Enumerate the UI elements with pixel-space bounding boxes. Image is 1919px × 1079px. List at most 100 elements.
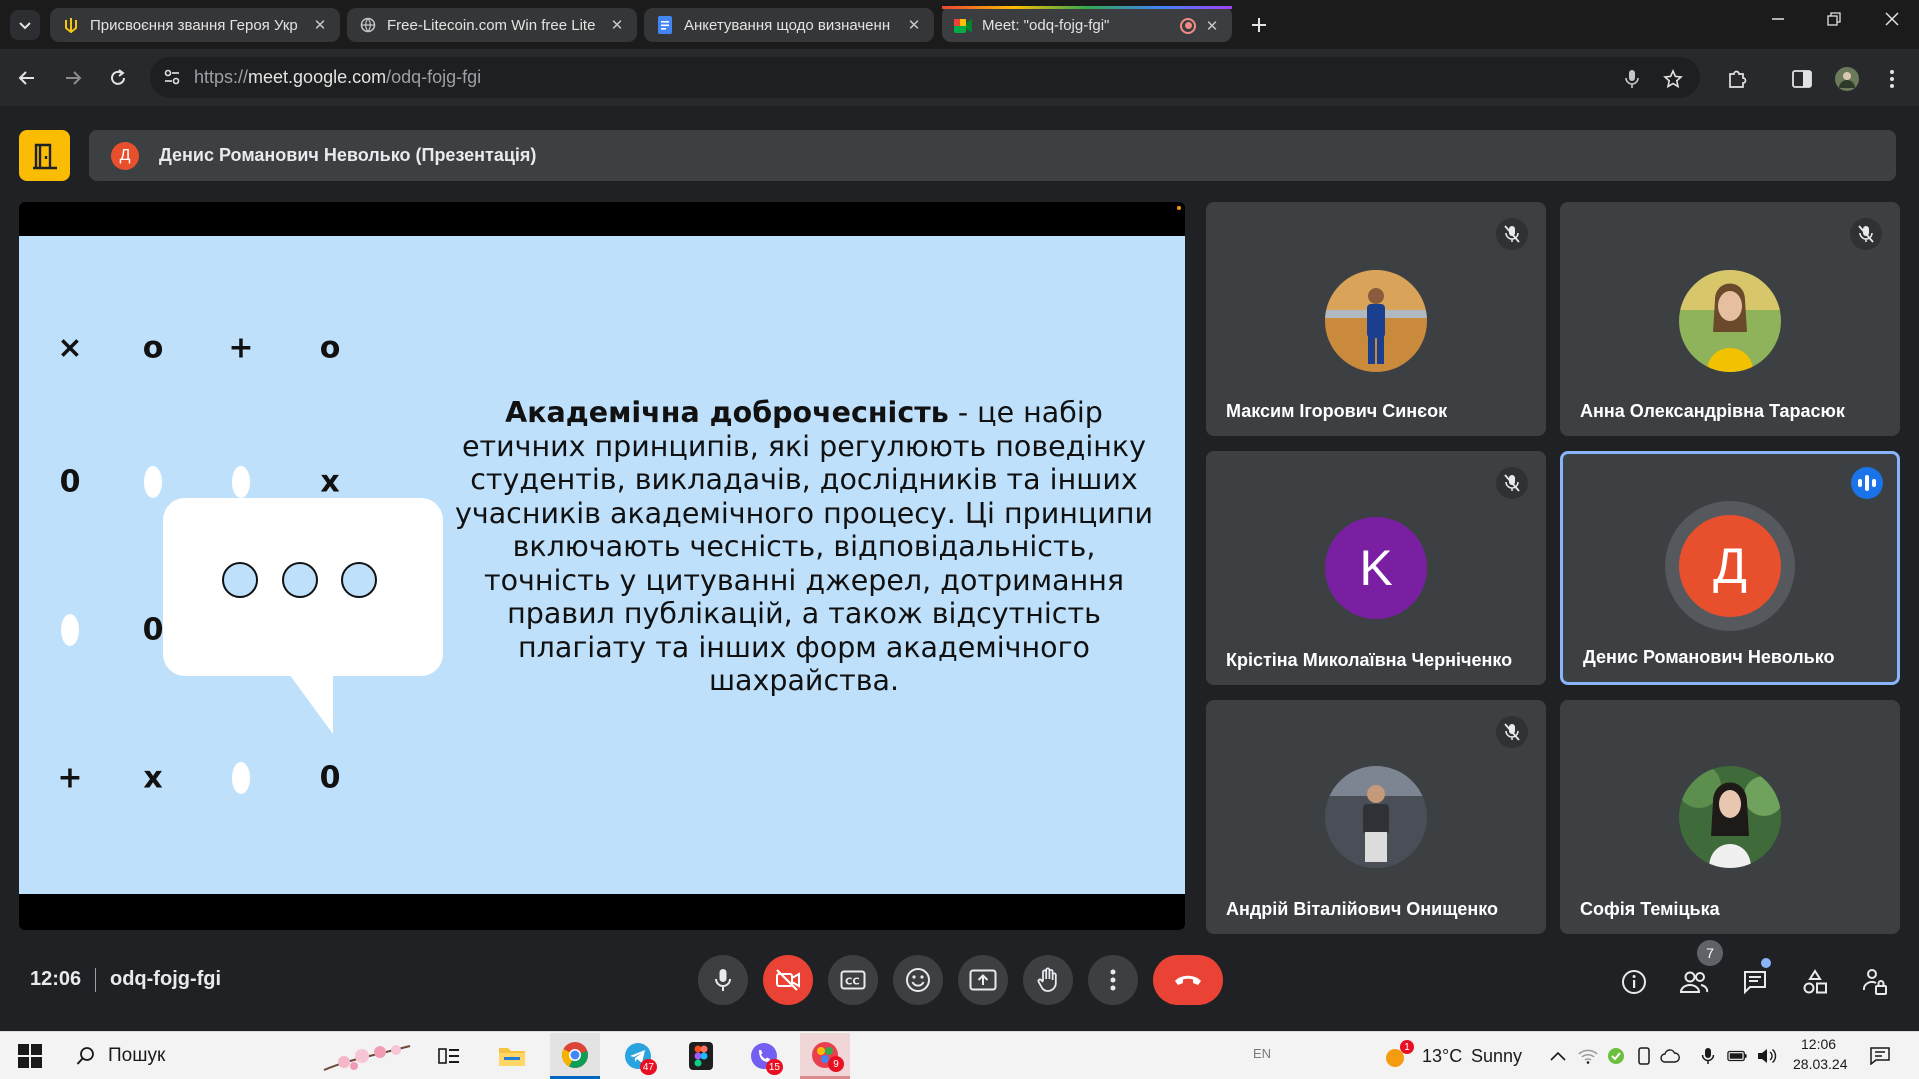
minimize-button[interactable] [1766,12,1790,31]
onedrive-tray-icon[interactable] [1660,1046,1680,1066]
start-button[interactable] [18,1044,42,1068]
participant-tile[interactable]: Анна Олександрівна Тарасюк [1560,202,1900,436]
people-button[interactable] [1678,966,1710,998]
slide: × o + o 0 x 0 + x 0 Академічна доброчесн… [19,236,1185,894]
more-vertical-icon [1890,70,1894,88]
mic-off-icon [1496,218,1528,250]
tab-title: Meet: "odq-fojg-fgi" [982,17,1110,34]
close-icon[interactable]: ✕ [906,16,922,34]
closed-captions-icon: CC [840,970,866,990]
taskbar-file-explorer[interactable] [487,1033,537,1079]
taskbar-search[interactable]: Пошук [60,1036,420,1076]
participant-tile[interactable]: Софія Теміцька [1560,700,1900,934]
restore-button[interactable] [1822,12,1846,31]
input-language[interactable]: EN [1253,1046,1271,1061]
taskbar-viber[interactable]: 15 [739,1033,789,1079]
taskbar-chrome[interactable] [550,1033,600,1079]
address-bar[interactable]: https://meet.google.com/odq-fojg-fgi [150,57,1700,98]
side-panel-button[interactable] [1790,67,1814,91]
phone-link-tray-icon[interactable] [1634,1046,1654,1066]
chevron-up-icon [1550,1051,1566,1061]
chat-button[interactable] [1739,966,1771,998]
tab-hero-title[interactable]: Присвоєння звання Героя Укр ✕ [50,8,340,42]
side-panel-icon [1792,70,1812,88]
microphone-tray-icon[interactable] [1698,1046,1718,1066]
close-icon[interactable]: ✕ [312,16,328,34]
app-tray-icon[interactable] [1606,1046,1626,1066]
chevron-down-icon [19,22,31,30]
door-icon [32,143,57,169]
taskbar-time[interactable]: 12:06 [1801,1036,1836,1052]
more-vertical-icon [1110,969,1116,991]
leave-call-button[interactable] [1153,955,1223,1005]
battery-tray-icon[interactable] [1727,1046,1747,1066]
present-now-button[interactable] [958,955,1008,1005]
tab-free-litecoin[interactable]: Free-Litecoin.com Win free Lite ✕ [347,8,637,42]
activities-button[interactable] [1799,966,1831,998]
participant-tile-speaking[interactable]: Д Денис Романович Неволько [1560,451,1900,685]
volume-tray-icon[interactable] [1757,1046,1777,1066]
taskbar-app[interactable]: 9 [800,1033,850,1079]
participant-tile[interactable]: K Крістіна Миколаївна Черніченко [1206,451,1546,685]
tab-title: Анкетування щодо визначенн [684,16,891,34]
camera-off-button[interactable] [763,955,813,1005]
taskbar-figma[interactable] [676,1033,726,1079]
show-hidden-icons-button[interactable] [1548,1046,1568,1066]
microphone-button[interactable] [698,955,748,1005]
host-controls-button[interactable] [1859,966,1891,998]
site-info-button[interactable] [162,67,184,89]
hand-icon [1037,967,1057,992]
slide-oval [232,762,250,794]
divider [95,968,96,992]
tab-survey[interactable]: Анкетування щодо визначенн ✕ [644,8,934,42]
mic-in-use-button[interactable] [1620,67,1644,91]
meet-companion-button[interactable] [19,130,70,181]
reload-icon [111,69,125,85]
new-tab-button[interactable] [1244,10,1274,40]
taskbar-task-view[interactable] [424,1033,474,1079]
participant-name: Софія Теміцька [1580,899,1720,919]
tab-meet-active[interactable]: Meet: "odq-fojg-fgi" ✕ [942,6,1232,42]
participant-name: Андрій Віталійович Онищенко [1226,899,1499,919]
typing-dot [341,562,377,598]
tab-search-button[interactable] [10,10,40,40]
taskbar-telegram[interactable]: 47 [613,1033,663,1079]
participant-name: Денис Романович Неволько [1583,647,1835,667]
sakura-branch-icon [323,1045,411,1071]
close-icon[interactable]: ✕ [1204,17,1220,35]
profile-avatar[interactable] [1835,67,1859,91]
people-icon [1679,971,1709,993]
close-icon[interactable]: ✕ [609,16,625,34]
network-tray-icon[interactable] [1578,1046,1598,1066]
participant-tile[interactable]: Андрій Віталійович Онищенко [1206,700,1546,934]
browser-menu-button[interactable] [1880,67,1904,91]
participant-photo [1325,270,1427,372]
recording-icon [1180,17,1196,34]
more-options-button[interactable] [1088,955,1138,1005]
close-window-button[interactable] [1880,12,1904,31]
weather-temp[interactable]: 13°C [1422,1046,1462,1067]
chat-icon [1744,971,1766,995]
extensions-button[interactable] [1725,67,1749,91]
back-button[interactable] [12,63,42,93]
participant-tile[interactable]: Максим Ігорович Синєок [1206,202,1546,436]
weather-condition[interactable]: Sunny [1471,1046,1522,1067]
meeting-clock: 12:06 [30,968,82,990]
taskbar-date[interactable]: 28.03.24 [1793,1056,1848,1072]
app-unread-badge: 9 [828,1056,844,1072]
lock-person-icon [1862,969,1887,995]
reactions-button[interactable] [893,955,943,1005]
participant-name: Анна Олександрівна Тарасюк [1580,401,1845,421]
notifications-button[interactable] [1870,1046,1890,1066]
raise-hand-button[interactable] [1023,955,1073,1005]
bookmark-button[interactable] [1661,67,1685,91]
meeting-details-button[interactable] [1618,966,1650,998]
plus-icon [1252,18,1266,32]
slide-heading: Академічна доброчесність [505,396,949,429]
microphone-icon [715,969,731,991]
forward-button[interactable] [58,63,88,93]
tab-title: Free-Litecoin.com Win free Lite [387,16,596,34]
captions-button[interactable]: CC [828,955,878,1005]
slide-symbol: x [320,464,340,500]
reload-button[interactable] [103,63,133,93]
